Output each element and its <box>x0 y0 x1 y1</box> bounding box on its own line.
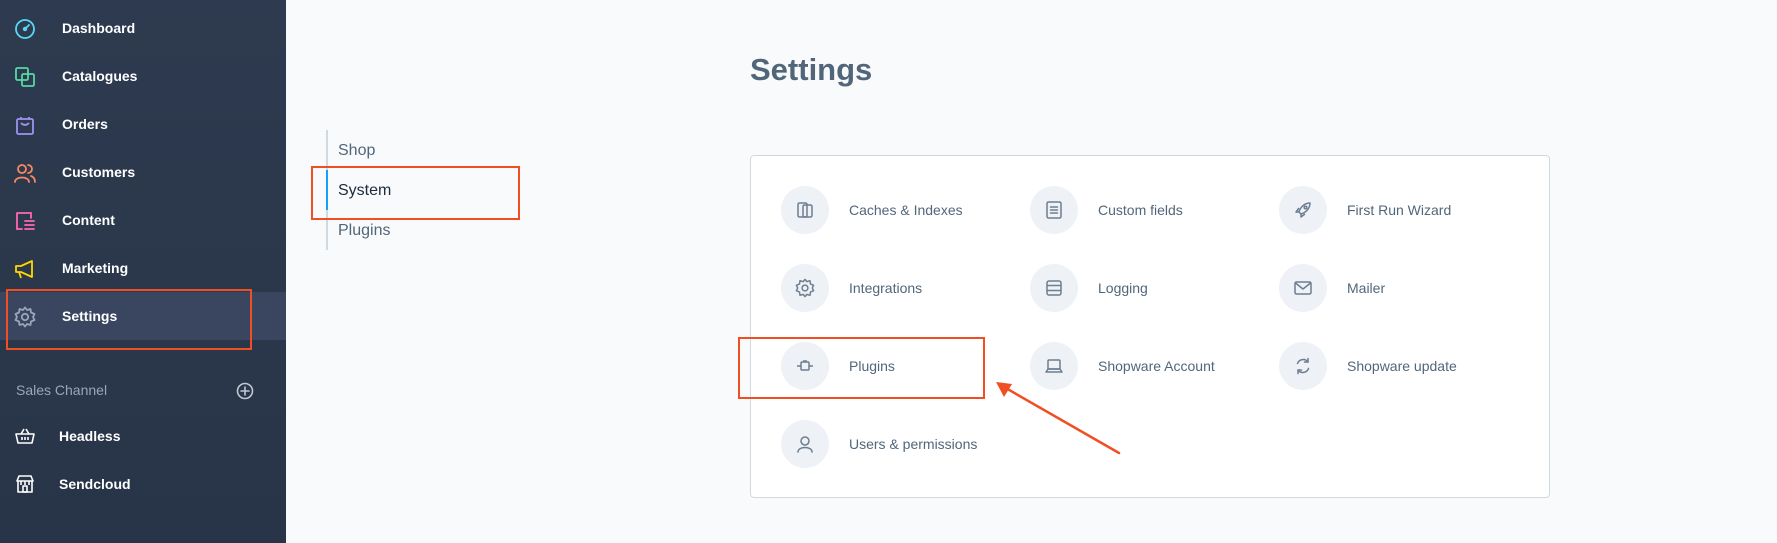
gauge-icon <box>14 18 36 40</box>
sales-channel-item-sendcloud[interactable]: Sendcloud <box>0 460 286 508</box>
sidebar-item-orders[interactable]: Orders <box>0 100 286 148</box>
sidebar-item-catalogues[interactable]: Catalogues <box>0 52 286 100</box>
user-icon <box>781 420 829 468</box>
setting-shopware-update[interactable]: Shopware update <box>1279 342 1457 390</box>
rocket-icon <box>1279 186 1327 234</box>
setting-label: Custom fields <box>1098 202 1183 218</box>
megaphone-icon <box>14 258 36 280</box>
server-icon <box>1030 264 1078 312</box>
sales-channel-label: Headless <box>59 428 121 444</box>
sidebar: Dashboard Catalogues Orders Customers Co… <box>0 0 286 543</box>
setting-label: Mailer <box>1347 280 1386 296</box>
sales-channel-title: Sales Channel <box>16 382 108 398</box>
subnav-item-plugins[interactable]: Plugins <box>338 222 390 240</box>
setting-integrations[interactable]: Integrations <box>781 264 922 312</box>
setting-users-permissions[interactable]: Users & permissions <box>781 420 977 468</box>
sidebar-item-label: Dashboard <box>62 20 136 36</box>
storefront-icon <box>15 474 37 496</box>
sales-channel-label: Sendcloud <box>59 476 131 492</box>
users-icon <box>14 162 36 184</box>
settings-card: Caches & Indexes Custom fields First Run… <box>750 155 1550 498</box>
setting-label: Logging <box>1098 280 1148 296</box>
setting-label: Integrations <box>849 280 923 296</box>
setting-first-run-wizard[interactable]: First Run Wizard <box>1279 186 1451 234</box>
setting-logging[interactable]: Logging <box>1030 264 1148 312</box>
setting-custom-fields[interactable]: Custom fields <box>1030 186 1183 234</box>
settings-highlight-box <box>6 289 252 350</box>
subnav-item-shop[interactable]: Shop <box>338 142 375 160</box>
page-title: Settings <box>750 52 873 87</box>
list-document-icon <box>1030 186 1078 234</box>
system-highlight-box <box>311 166 520 220</box>
basket-icon <box>15 426 37 448</box>
sidebar-item-dashboard[interactable]: Dashboard <box>0 4 286 52</box>
plugins-highlight-box <box>738 337 985 399</box>
shopping-bag-icon <box>14 114 36 136</box>
setting-label: Shopware Account <box>1098 358 1215 374</box>
sidebar-item-customers[interactable]: Customers <box>0 148 286 196</box>
sidebar-item-label: Catalogues <box>62 68 138 84</box>
setting-mailer[interactable]: Mailer <box>1279 264 1385 312</box>
sidebar-item-marketing[interactable]: Marketing <box>0 244 286 292</box>
sales-channel-item-headless[interactable]: Headless <box>0 412 286 460</box>
refresh-icon <box>1279 342 1327 390</box>
sidebar-item-label: Marketing <box>62 260 129 276</box>
setting-label: Caches & Indexes <box>849 202 963 218</box>
gear-icon <box>781 264 829 312</box>
envelope-icon <box>1279 264 1327 312</box>
sidebar-item-label: Content <box>62 212 115 228</box>
add-sales-channel-icon[interactable] <box>236 382 254 400</box>
setting-label: Shopware update <box>1347 358 1457 374</box>
setting-caches-indexes[interactable]: Caches & Indexes <box>781 186 963 234</box>
content-icon <box>14 210 36 232</box>
pointer-arrow <box>996 382 1121 455</box>
sidebar-item-content[interactable]: Content <box>0 196 286 244</box>
sidebar-item-label: Customers <box>62 164 136 180</box>
copy-icon <box>14 66 36 88</box>
sidebar-item-label: Orders <box>62 116 108 132</box>
cache-icon <box>781 186 829 234</box>
setting-label: First Run Wizard <box>1347 202 1452 218</box>
setting-label: Users & permissions <box>849 436 978 452</box>
